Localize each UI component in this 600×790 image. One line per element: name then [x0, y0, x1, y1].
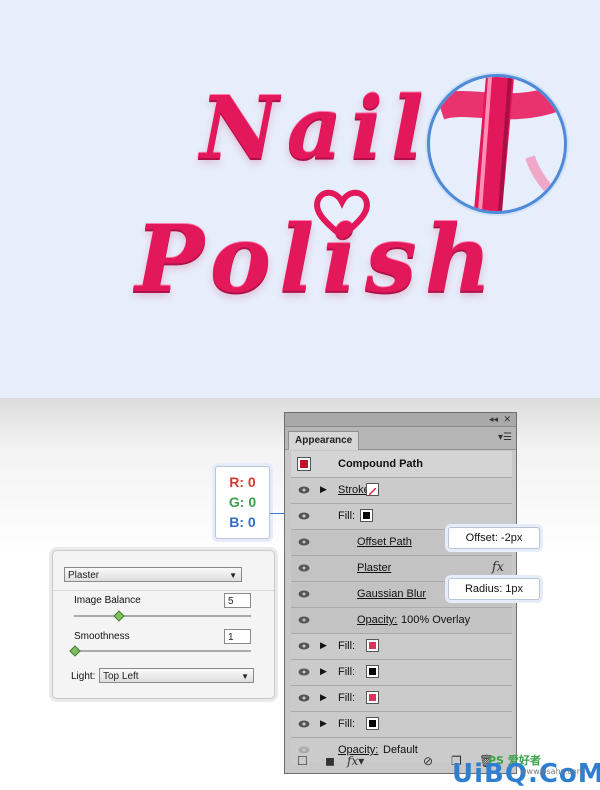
eye-icon[interactable] — [298, 668, 310, 676]
chevron-down-icon: ▼ — [229, 571, 237, 580]
plaster-link[interactable]: Plaster — [357, 562, 391, 574]
light-label: Light: — [71, 671, 96, 682]
none-slash-icon — [368, 487, 377, 496]
divider — [53, 590, 274, 591]
heart-icon — [314, 189, 370, 240]
add-effect-fx-icon[interactable]: fx▾ — [347, 754, 364, 768]
fill-swatch[interactable] — [366, 639, 379, 652]
light-direction-select[interactable]: Top Left ▼ — [99, 668, 254, 683]
rgb-r-value: R: 0 — [229, 474, 256, 490]
plaster-preset-select[interactable]: Plaster ▼ — [64, 567, 242, 582]
artwork-text-line1: Nail — [200, 78, 432, 179]
artwork-canvas: Nail Polish — [0, 0, 600, 398]
stroke-swatch-none[interactable] — [366, 483, 379, 496]
close-icon[interactable]: ✕ — [503, 414, 511, 425]
fill-label[interactable]: Fill: — [338, 640, 355, 652]
eye-icon[interactable] — [298, 694, 310, 702]
eye-icon[interactable] — [298, 486, 310, 494]
add-stroke-icon[interactable]: ☐ — [297, 754, 308, 768]
smoothness-slider-track[interactable] — [74, 650, 251, 652]
compound-path-label: Compound Path — [338, 458, 423, 470]
radius-callout: Radius: 1px — [448, 578, 540, 600]
smoothness-label: Smoothness — [74, 631, 130, 642]
panel-menu-icon[interactable]: ▾☰ — [498, 432, 512, 443]
eye-icon[interactable] — [298, 512, 310, 520]
eye-icon[interactable] — [298, 642, 310, 650]
opacity-row[interactable]: Opacity: 100% Overlay — [291, 608, 512, 634]
fx-icon: fx — [491, 560, 504, 575]
smoothness-input[interactable]: 1 — [224, 629, 251, 644]
tab-appearance[interactable]: Appearance — [288, 431, 360, 450]
plaster-preset-value: Plaster — [68, 570, 100, 581]
plaster-filter-dialog: Plaster ▼ Image Balance 5 Smoothness 1 L… — [52, 550, 275, 699]
fill-swatch[interactable] — [360, 509, 373, 522]
image-balance-slider-track[interactable] — [74, 615, 251, 617]
fill-swatch[interactable] — [366, 665, 379, 678]
fill-row[interactable]: ▶ Fill: — [291, 634, 512, 660]
eye-icon[interactable] — [298, 590, 310, 598]
appearance-rows: Compound Path ▶ Stroke: Fill: Offset Pat… — [291, 451, 512, 763]
rgb-b-value: B: 0 — [229, 514, 256, 530]
offset-callout: Offset: -2px — [448, 527, 540, 549]
smoothness-slider-thumb[interactable] — [69, 645, 81, 657]
image-balance-label: Image Balance — [74, 595, 141, 606]
light-direction-value: Top Left — [103, 671, 139, 682]
fill-label[interactable]: Fill: — [338, 692, 355, 704]
fill-label[interactable]: Fill: — [338, 718, 355, 730]
fill-swatch[interactable] — [366, 717, 379, 730]
rgb-callout: R: 0 G: 0 B: 0 — [215, 466, 270, 539]
image-balance-input[interactable]: 5 — [224, 593, 251, 608]
fill-swatch[interactable] — [366, 691, 379, 704]
zoom-magnifier — [427, 74, 567, 214]
add-fill-icon[interactable]: ◼ — [325, 754, 335, 768]
opacity-link[interactable]: Opacity: — [357, 614, 397, 626]
zoom-detail-icon — [435, 77, 564, 211]
panel-tab-row: Appearance ▾☰ — [285, 427, 516, 450]
collapse-icon[interactable]: ◂◂ — [489, 414, 498, 425]
fill-row[interactable]: ▶ Fill: — [291, 660, 512, 686]
image-balance-slider-thumb[interactable] — [113, 610, 125, 622]
clear-appearance-icon[interactable]: ⊘ — [423, 754, 433, 768]
expand-triangle-icon[interactable]: ▶ — [320, 666, 327, 677]
stroke-row[interactable]: ▶ Stroke: — [291, 478, 512, 504]
object-thumbnail — [297, 457, 311, 471]
opacity-value: 100% Overlay — [401, 614, 471, 626]
fill-row[interactable]: ▶ Fill: — [291, 686, 512, 712]
expand-triangle-icon[interactable]: ▶ — [320, 718, 327, 729]
fill-row[interactable]: ▶ Fill: — [291, 712, 512, 738]
expand-triangle-icon[interactable]: ▶ — [320, 640, 327, 651]
eye-icon[interactable] — [298, 538, 310, 546]
eye-icon[interactable] — [298, 720, 310, 728]
fill-label[interactable]: Fill: — [338, 666, 355, 678]
panel-titlebar[interactable]: ◂◂ ✕ — [285, 413, 516, 427]
watermark-url: www.psahz.com — [520, 767, 585, 776]
fill-label[interactable]: Fill: — [338, 510, 355, 522]
eye-icon[interactable] — [298, 616, 310, 624]
expand-triangle-icon[interactable]: ▶ — [320, 484, 327, 495]
gaussian-blur-link[interactable]: Gaussian Blur — [357, 588, 426, 600]
offset-path-link[interactable]: Offset Path — [357, 536, 412, 548]
eye-icon[interactable] — [298, 564, 310, 572]
chevron-down-icon: ▼ — [241, 672, 249, 681]
expand-triangle-icon[interactable]: ▶ — [320, 692, 327, 703]
compound-path-row[interactable]: Compound Path — [291, 451, 512, 478]
rgb-g-value: G: 0 — [228, 494, 257, 510]
